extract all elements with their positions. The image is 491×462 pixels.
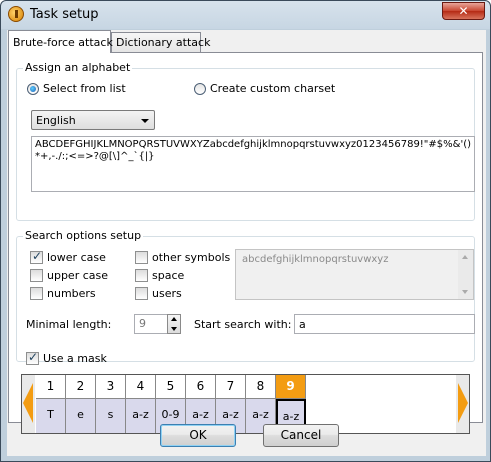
- arrow-left-icon: [23, 383, 33, 423]
- charset-preview-text: abcdefghijklmnopqrstuvwxyz: [242, 254, 389, 265]
- use-mask-label[interactable]: Use a mask: [43, 352, 107, 365]
- mask-position-1[interactable]: 1: [36, 375, 66, 399]
- upper-case-label[interactable]: upper case: [47, 269, 108, 282]
- search-options-group: Search options setup lower case upper ca…: [16, 229, 475, 362]
- users-label[interactable]: users: [152, 287, 182, 300]
- select-from-list-label[interactable]: Select from list: [43, 82, 126, 95]
- mask-position-5[interactable]: 5: [156, 375, 186, 399]
- mask-value-2[interactable]: e: [66, 399, 96, 433]
- tab-brute-force[interactable]: Brute-force attack: [8, 30, 113, 53]
- create-custom-charset-label[interactable]: Create custom charset: [210, 82, 335, 95]
- app-icon: [8, 6, 24, 22]
- language-select[interactable]: English: [31, 110, 155, 130]
- mask-position-3[interactable]: 3: [96, 375, 126, 399]
- space-label[interactable]: space: [152, 269, 184, 282]
- cancel-button[interactable]: Cancel: [263, 424, 339, 447]
- chevron-down-icon: [141, 119, 149, 123]
- use-mask-checkbox[interactable]: [26, 350, 39, 365]
- mask-position-6[interactable]: 6: [186, 375, 216, 399]
- upper-case-checkbox[interactable]: [30, 269, 43, 282]
- mask-value-1[interactable]: T: [36, 399, 66, 433]
- users-checkbox[interactable]: [135, 287, 148, 300]
- mask-value-4[interactable]: a-z: [126, 399, 156, 433]
- ok-button[interactable]: OK: [160, 424, 236, 447]
- search-options-group-title: Search options setup: [23, 229, 144, 242]
- alphabet-group-title: Assign an alphabet: [23, 61, 133, 74]
- minimal-length-label: Minimal length:: [26, 318, 112, 331]
- numbers-label[interactable]: numbers: [47, 287, 96, 300]
- space-checkbox[interactable]: [135, 269, 148, 282]
- alphabet-group: Assign an alphabet Select from list Crea…: [16, 61, 475, 221]
- mask-position-4[interactable]: 4: [126, 375, 156, 399]
- numbers-checkbox[interactable]: [30, 287, 43, 300]
- dialog-body: Brute-force attack Dictionary attack Ass…: [7, 30, 486, 456]
- preview-scrollbar[interactable]: [458, 250, 473, 299]
- other-symbols-checkbox[interactable]: [135, 251, 148, 264]
- mask-position-7[interactable]: 7: [216, 375, 246, 399]
- window-title: Task setup: [30, 7, 99, 22]
- close-button[interactable]: ✕: [442, 2, 485, 20]
- title-bar[interactable]: Task setup ✕: [1, 1, 490, 28]
- scroll-down-icon: [462, 290, 468, 294]
- language-select-value: English: [36, 114, 76, 127]
- task-setup-window: Task setup ✕ Brute-force attack Dictiona…: [0, 0, 491, 462]
- scroll-up-icon: [462, 255, 468, 259]
- mask-scroll-right[interactable]: [456, 375, 469, 433]
- charset-preview: abcdefghijklmnopqrstuvwxyz: [235, 249, 474, 300]
- other-symbols-label[interactable]: other symbols: [152, 251, 230, 264]
- mask-editor: 1 T 2 e 3 s 4 a-z 5 0-9 6 a-z 7 a-z 8 a-…: [21, 374, 470, 434]
- mask-position-9[interactable]: 9: [276, 375, 306, 399]
- start-search-label: Start search with:: [194, 318, 292, 331]
- mask-scroll-left[interactable]: [22, 375, 35, 433]
- brute-force-panel: Assign an alphabet Select from list Crea…: [8, 52, 483, 434]
- arrow-right-icon: [458, 383, 468, 423]
- select-from-list-radio[interactable]: [27, 83, 39, 95]
- lower-case-checkbox[interactable]: [30, 249, 43, 264]
- mask-position-8[interactable]: 8: [246, 375, 276, 399]
- create-custom-charset-radio[interactable]: [194, 83, 206, 95]
- tab-dictionary[interactable]: Dictionary attack: [111, 32, 210, 52]
- start-search-input[interactable]: a: [294, 314, 475, 334]
- mask-position-2[interactable]: 2: [66, 375, 96, 399]
- lower-case-label[interactable]: lower case: [47, 251, 106, 264]
- minimal-length-input[interactable]: 9: [134, 314, 168, 334]
- mask-value-3[interactable]: s: [96, 399, 126, 433]
- charset-textbox[interactable]: ABCDEFGHIJKLMNOPQRSTUVWXYZabcdefghijklmn…: [31, 136, 475, 192]
- minimal-length-spinner[interactable]: [167, 314, 181, 334]
